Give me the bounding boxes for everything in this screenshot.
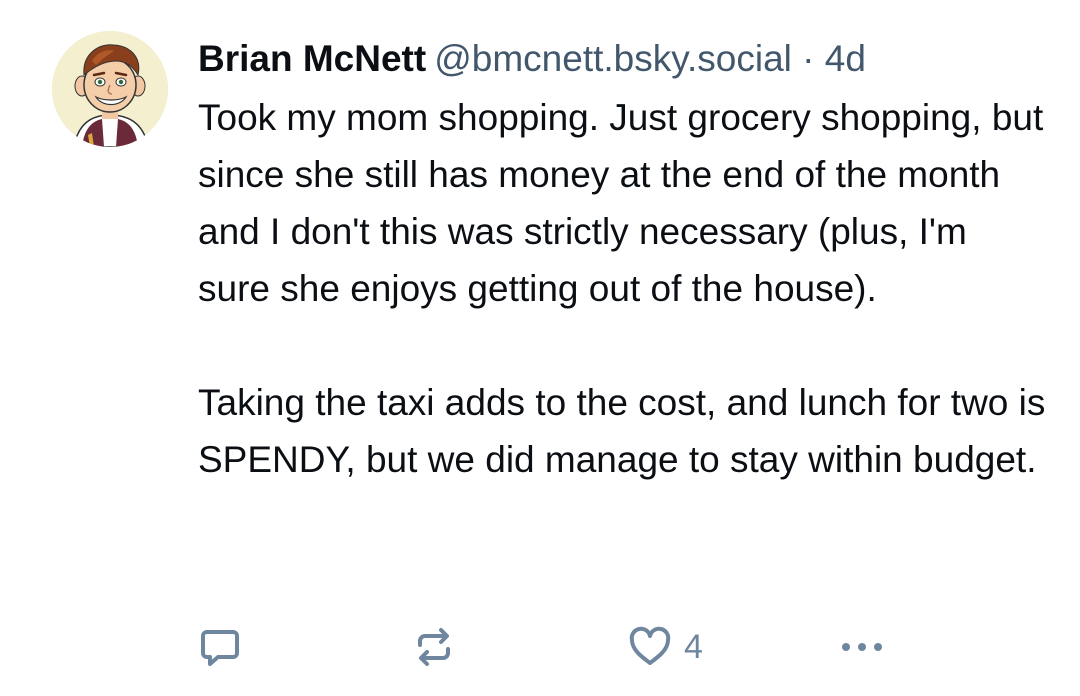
post-actions: 4	[198, 625, 898, 669]
post-paragraph: Taking the taxi adds to the cost, and lu…	[198, 382, 1046, 480]
author-display-name[interactable]: Brian McNett	[198, 38, 426, 79]
post-text: Took my mom shopping. Just grocery shopp…	[198, 89, 1048, 488]
more-icon	[842, 643, 882, 651]
post-paragraph: Took my mom shopping. Just grocery shopp…	[198, 97, 1044, 309]
post: Brian McNett @bmcnett.bsky.social · 4d To…	[0, 0, 1080, 696]
author-avatar[interactable]	[52, 31, 168, 147]
post-timestamp[interactable]: 4d	[825, 38, 866, 79]
post-content: Brian McNett @bmcnett.bsky.social · 4d To…	[198, 33, 1048, 488]
post-header: Brian McNett @bmcnett.bsky.social · 4d	[198, 33, 1048, 85]
more-options-button[interactable]	[838, 625, 886, 669]
repost-button[interactable]	[412, 625, 456, 669]
heart-icon	[629, 626, 671, 665]
author-handle[interactable]: @bmcnett.bsky.social	[434, 38, 792, 79]
header-separator: ·	[802, 38, 815, 79]
reply-button[interactable]	[198, 625, 242, 669]
cartoon-avatar-icon	[52, 31, 168, 147]
like-button[interactable]: 4	[628, 625, 703, 669]
reply-icon	[201, 630, 239, 666]
like-count: 4	[684, 628, 703, 666]
repost-icon	[418, 628, 450, 666]
